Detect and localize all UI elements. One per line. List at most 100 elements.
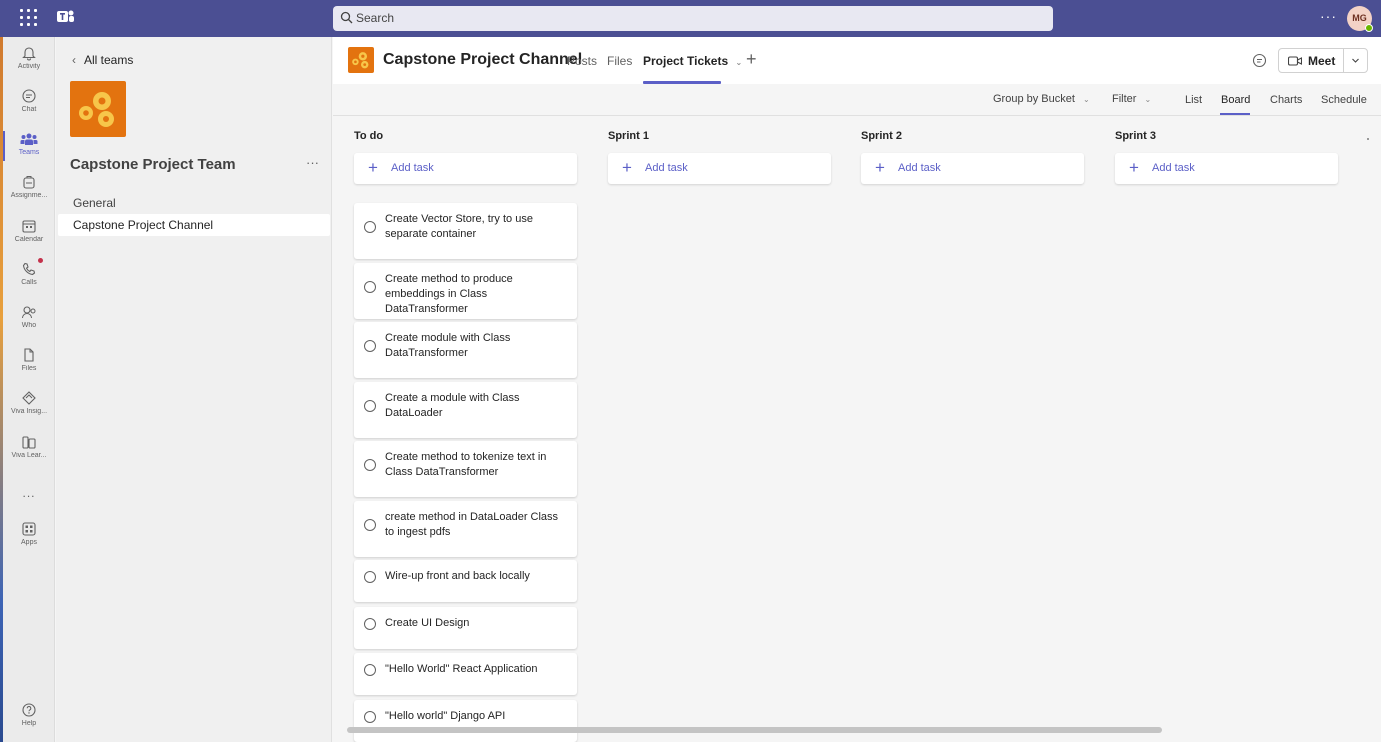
chat-icon xyxy=(22,89,36,103)
task-complete-radio[interactable] xyxy=(364,400,376,412)
task-complete-radio[interactable] xyxy=(364,664,376,676)
task-card[interactable]: Create method to tokenize text in Class … xyxy=(354,441,577,497)
meet-dropdown[interactable] xyxy=(1343,48,1368,73)
add-tab-icon[interactable]: + xyxy=(746,49,757,70)
add-task-button[interactable]: + Add task xyxy=(608,153,831,184)
rail-chat[interactable]: Chat xyxy=(3,88,55,128)
view-list[interactable]: List xyxy=(1185,94,1202,106)
board-edge-marker xyxy=(1367,138,1369,140)
task-complete-radio[interactable] xyxy=(364,281,376,293)
top-bar: Search ··· MG xyxy=(0,0,1381,37)
tab-files[interactable]: Files xyxy=(607,54,632,68)
column-title-sprint1: Sprint 1 xyxy=(608,130,649,142)
rail-assignments[interactable]: Assignme... xyxy=(3,174,55,214)
task-complete-radio[interactable] xyxy=(364,340,376,352)
add-task-button[interactable]: + Add task xyxy=(354,153,577,184)
rail-apps[interactable]: Apps xyxy=(3,521,55,561)
task-card[interactable]: Create a module with Class DataLoader xyxy=(354,382,577,438)
add-task-label: Add task xyxy=(1152,162,1195,174)
task-title: Create method to produce embeddings in C… xyxy=(385,273,513,315)
team-more-icon[interactable]: ··· xyxy=(306,155,319,170)
channel-capstone[interactable]: Capstone Project Channel xyxy=(58,214,330,236)
rail-teams[interactable]: Teams xyxy=(3,131,55,171)
task-title: Create Vector Store, try to use separate… xyxy=(385,213,533,240)
search-icon xyxy=(340,11,353,24)
help-icon xyxy=(22,703,36,717)
rail-label: Viva Insig... xyxy=(10,408,48,415)
task-complete-radio[interactable] xyxy=(364,221,376,233)
notification-dot xyxy=(38,258,43,263)
rail-label: Who xyxy=(21,322,37,329)
rail-activity[interactable]: Activity xyxy=(3,45,55,85)
tab-label: Project Tickets xyxy=(643,54,729,68)
rail-help[interactable]: Help xyxy=(3,702,55,742)
task-card[interactable]: "Hello World" React Application xyxy=(354,653,577,695)
filter-dropdown[interactable]: Filter ⌄ xyxy=(1112,93,1151,105)
channel-general[interactable]: General xyxy=(73,196,116,210)
view-board[interactable]: Board xyxy=(1221,94,1250,106)
add-task-button[interactable]: + Add task xyxy=(861,153,1084,184)
view-schedule[interactable]: Schedule xyxy=(1321,94,1367,106)
column-title-sprint3: Sprint 3 xyxy=(1115,130,1156,142)
task-card[interactable]: Create module with Class DataTransformer xyxy=(354,322,577,378)
teams-logo-icon xyxy=(57,10,74,22)
group-by-dropdown[interactable]: Group by Bucket ⌄ xyxy=(993,93,1090,105)
horizontal-scrollbar[interactable] xyxy=(347,727,1162,733)
meet-button[interactable]: Meet xyxy=(1278,48,1344,73)
teams-icon xyxy=(20,133,38,145)
app-launcher-icon[interactable] xyxy=(20,9,37,26)
task-title: create method in DataLoader Class to ing… xyxy=(385,511,559,538)
settings-more-icon[interactable]: ··· xyxy=(1320,8,1337,24)
channel-logo xyxy=(348,47,374,73)
all-teams-link[interactable]: ‹ All teams xyxy=(72,53,133,67)
search-bar[interactable]: Search xyxy=(333,6,1053,31)
task-complete-radio[interactable] xyxy=(364,618,376,630)
tab-posts[interactable]: Posts xyxy=(567,54,597,68)
task-complete-radio[interactable] xyxy=(364,711,376,723)
team-panel: ‹ All teams Capstone Project Team ··· Gen… xyxy=(56,37,332,742)
task-complete-radio[interactable] xyxy=(364,519,376,531)
task-card[interactable]: Create method to produce embeddings in C… xyxy=(354,263,577,319)
chevron-down-icon: ⌄ xyxy=(735,58,743,67)
rail-calls[interactable]: Calls xyxy=(3,258,55,301)
channel-header: Capstone Project Channel Posts Files Pro… xyxy=(333,37,1381,84)
rail-more[interactable]: ... xyxy=(3,484,55,524)
task-title: "Hello World" React Application xyxy=(385,663,538,675)
viva-insights-icon xyxy=(22,391,36,405)
rail-who[interactable]: Who xyxy=(3,304,55,344)
rail-files[interactable]: Files xyxy=(3,347,55,387)
task-complete-radio[interactable] xyxy=(364,459,376,471)
rail-label: Apps xyxy=(21,539,37,546)
task-card[interactable]: "Hello world" Django API xyxy=(354,700,577,742)
file-icon xyxy=(24,348,34,362)
calendar-icon xyxy=(22,220,36,233)
rail-label: Chat xyxy=(21,106,37,113)
channel-title: Capstone Project Channel xyxy=(383,51,583,68)
rail-calendar[interactable]: Calendar xyxy=(3,218,55,258)
video-camera-icon xyxy=(1288,56,1302,66)
view-charts[interactable]: Charts xyxy=(1270,94,1302,106)
gears-icon xyxy=(79,92,114,127)
rail-label: Files xyxy=(21,365,37,372)
plus-icon: + xyxy=(875,158,885,177)
task-complete-radio[interactable] xyxy=(364,571,376,583)
phone-icon xyxy=(22,262,36,276)
task-title: Create method to tokenize text in Class … xyxy=(385,451,547,478)
task-title: Wire-up front and back locally xyxy=(385,570,530,582)
task-card[interactable]: Create UI Design xyxy=(354,607,577,649)
user-avatar[interactable]: MG xyxy=(1347,6,1373,32)
meet-label: Meet xyxy=(1308,54,1336,68)
rail-viva-learning[interactable]: Viva Lear... xyxy=(3,434,55,474)
column-title-todo: To do xyxy=(354,130,384,142)
presence-available-icon xyxy=(1365,24,1373,32)
add-task-button[interactable]: + Add task xyxy=(1115,153,1338,184)
chevron-left-icon: ‹ xyxy=(72,53,76,67)
conversation-icon[interactable] xyxy=(1252,53,1267,68)
task-card[interactable]: create method in DataLoader Class to ing… xyxy=(354,501,577,557)
task-card[interactable]: Wire-up front and back locally xyxy=(354,560,577,602)
team-logo xyxy=(70,81,126,137)
task-card[interactable]: Create Vector Store, try to use separate… xyxy=(354,203,577,259)
planner-toolbar: Group by Bucket ⌄ Filter ⌄ List Board Char… xyxy=(333,84,1381,116)
rail-viva-insights[interactable]: Viva Insig... xyxy=(3,390,55,430)
tab-project-tickets[interactable]: Project Tickets ⌄ xyxy=(643,54,742,68)
